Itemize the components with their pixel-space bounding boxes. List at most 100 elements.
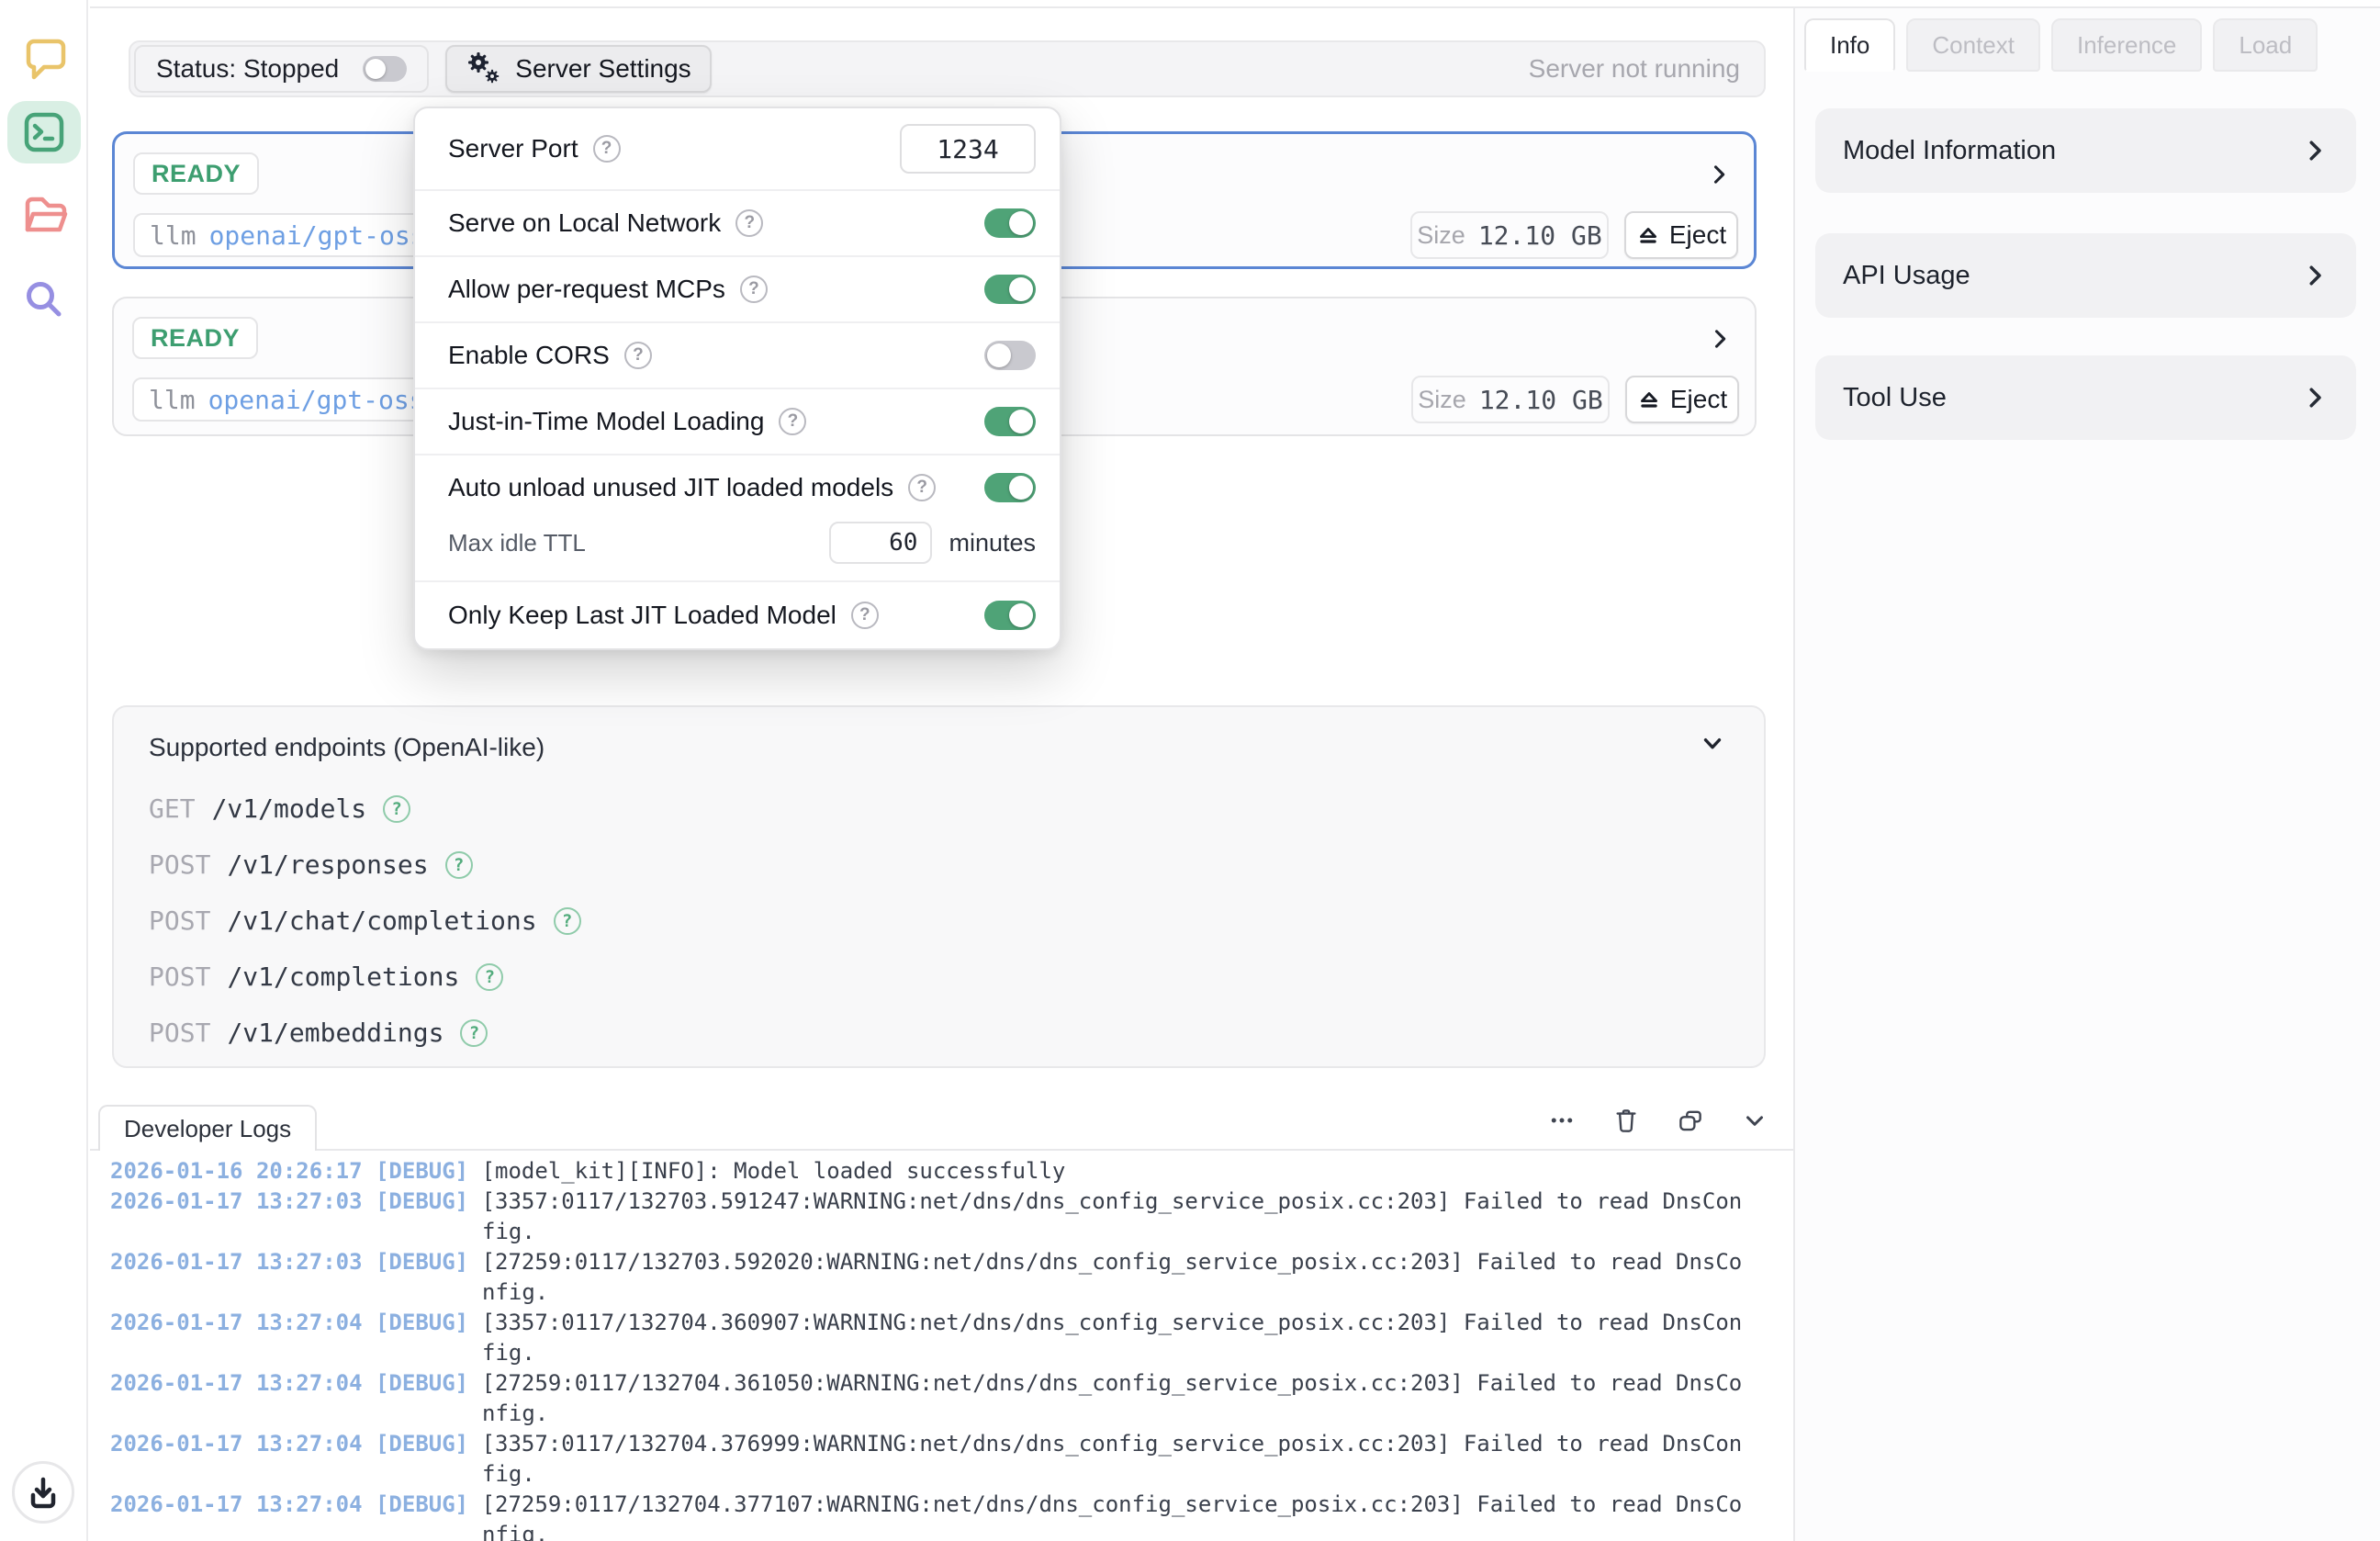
logs-toolbar	[1548, 1098, 1768, 1142]
endpoint-path: /v1/embeddings	[227, 1018, 443, 1048]
endpoint-path: /v1/chat/completions	[227, 905, 536, 936]
keep-last-jit-toggle[interactable]	[984, 601, 1036, 630]
setting-row-jit: Just-in-Time Model Loading?	[415, 388, 1060, 454]
section-model-information[interactable]: Model Information	[1815, 108, 2356, 193]
chevron-right-icon[interactable]	[1706, 162, 1732, 187]
copy-icon[interactable]	[1677, 1107, 1704, 1134]
gears-icon	[466, 51, 502, 87]
endpoint-row: POST /v1/embeddings ?	[149, 1005, 1727, 1061]
log-line: 2026-01-16 20:26:17 [DEBUG] [model_kit][…	[110, 1156, 1750, 1187]
section-api-usage[interactable]: API Usage	[1815, 233, 2356, 318]
setting-label: Only Keep Last JIT Loaded Model	[448, 601, 836, 630]
more-options-icon[interactable]	[1548, 1107, 1576, 1134]
developer-logs-tab[interactable]: Developer Logs	[98, 1105, 317, 1151]
sidebar-item-chat[interactable]	[7, 26, 81, 88]
terminal-icon	[20, 108, 68, 156]
setting-row-keep-last: Only Keep Last JIT Loaded Model?	[415, 580, 1060, 648]
section-tool-use[interactable]: Tool Use	[1815, 355, 2356, 440]
status-badge: READY	[132, 317, 258, 359]
inspector-panel: Info Context Inference Load Model Inform…	[1793, 8, 2380, 1541]
endpoint-row: POST /v1/responses ?	[149, 837, 1727, 893]
model-type-label: llm	[150, 220, 196, 251]
setting-row-cors: Enable CORS?	[415, 321, 1060, 388]
server-port-input[interactable]	[900, 124, 1036, 174]
sidebar-item-my-models[interactable]	[7, 184, 81, 246]
tab-inference[interactable]: Inference	[2051, 18, 2202, 72]
tab-context[interactable]: Context	[1906, 18, 2040, 72]
setting-row-local-network: Serve on Local Network?	[415, 189, 1060, 255]
logs-top-divider	[90, 1149, 1793, 1151]
trash-icon[interactable]	[1612, 1107, 1640, 1134]
help-icon[interactable]: ?	[851, 602, 879, 629]
server-state-text: Server not running	[1529, 54, 1740, 84]
setting-row-server-port: Server Port?	[415, 108, 1060, 189]
log-line: 2026-01-17 13:27:03 [DEBUG] [3357:0117/1…	[110, 1187, 1750, 1247]
help-icon[interactable]: ?	[740, 276, 768, 303]
sidebar	[0, 0, 88, 1541]
tab-load[interactable]: Load	[2213, 18, 2318, 72]
app-root: Status: Stopped Server Settings Server n…	[0, 0, 2380, 1541]
setting-label: Serve on Local Network	[448, 208, 721, 238]
jit-loading-toggle[interactable]	[984, 407, 1036, 436]
endpoint-path: /v1/responses	[227, 849, 428, 880]
endpoint-method: GET	[149, 793, 196, 824]
tab-label: Load	[2239, 31, 2292, 60]
server-port-label: Server Port	[448, 134, 578, 163]
setting-label: Enable CORS	[448, 341, 610, 370]
eject-button[interactable]: Eject	[1625, 376, 1739, 423]
per-request-mcps-toggle[interactable]	[984, 275, 1036, 304]
server-start-toggle[interactable]	[363, 56, 407, 82]
server-settings-label: Server Settings	[515, 54, 690, 84]
sidebar-item-discover[interactable]	[7, 268, 81, 331]
setting-label: Just-in-Time Model Loading	[448, 407, 764, 436]
endpoint-path: /v1/completions	[227, 962, 459, 992]
section-title: API Usage	[1843, 261, 1970, 291]
model-type-label: llm	[149, 385, 196, 415]
server-settings-button[interactable]: Server Settings	[445, 45, 711, 93]
ttl-input[interactable]	[829, 522, 932, 564]
status-badge: READY	[133, 152, 259, 195]
downloads-button[interactable]	[12, 1461, 74, 1524]
log-line: 2026-01-17 13:27:04 [DEBUG] [27259:0117/…	[110, 1368, 1750, 1429]
cors-toggle[interactable]	[984, 341, 1036, 370]
chevron-down-icon[interactable]	[1698, 729, 1727, 759]
auto-unload-toggle[interactable]	[984, 473, 1036, 502]
tab-label: Info	[1830, 31, 1869, 60]
help-icon[interactable]: ?	[735, 209, 763, 237]
size-value: 12.10 GB	[1479, 385, 1603, 415]
help-icon[interactable]: ?	[779, 408, 806, 435]
local-network-toggle[interactable]	[984, 208, 1036, 238]
search-icon	[20, 276, 68, 323]
help-icon[interactable]: ?	[554, 907, 581, 935]
setting-row-mcps: Allow per-request MCPs?	[415, 255, 1060, 321]
help-icon[interactable]: ?	[908, 474, 936, 501]
help-icon[interactable]: ?	[476, 963, 503, 991]
server-status-bar: Status: Stopped Server Settings Server n…	[129, 40, 1766, 97]
help-icon[interactable]: ?	[460, 1019, 488, 1047]
help-icon[interactable]: ?	[624, 342, 652, 369]
model-identifier-pill[interactable]: llm openai/gpt-oss-2	[132, 377, 455, 422]
chevron-right-icon	[2301, 262, 2329, 289]
tab-info[interactable]: Info	[1804, 18, 1895, 72]
help-icon[interactable]: ?	[383, 795, 410, 823]
help-icon[interactable]: ?	[445, 851, 473, 879]
endpoint-method: POST	[149, 849, 210, 880]
endpoint-method: POST	[149, 962, 210, 992]
eject-icon	[1637, 388, 1661, 411]
eject-label: Eject	[1669, 220, 1726, 250]
tab-label: Context	[1932, 31, 2015, 60]
log-console[interactable]: 2026-01-16 20:26:17 [DEBUG] [model_kit][…	[110, 1156, 1750, 1541]
help-icon[interactable]: ?	[593, 135, 621, 163]
eject-button[interactable]: Eject	[1624, 211, 1738, 259]
model-identifier-pill[interactable]: llm openai/gpt-oss-2	[133, 213, 456, 257]
ttl-label: Max idle TTL	[448, 529, 829, 557]
setting-label: Auto unload unused JIT loaded models	[448, 473, 893, 502]
endpoints-title: Supported endpoints (OpenAI-like)	[149, 733, 544, 762]
server-status-label: Status: Stopped	[156, 54, 339, 84]
endpoint-method: POST	[149, 905, 210, 936]
collapse-logs-icon[interactable]	[1741, 1107, 1768, 1134]
sidebar-item-developer[interactable]	[7, 101, 81, 163]
chevron-right-icon[interactable]	[1707, 326, 1733, 352]
model-size-badge: Size 12.10 GB	[1411, 376, 1610, 423]
section-title: Model Information	[1843, 136, 2056, 166]
